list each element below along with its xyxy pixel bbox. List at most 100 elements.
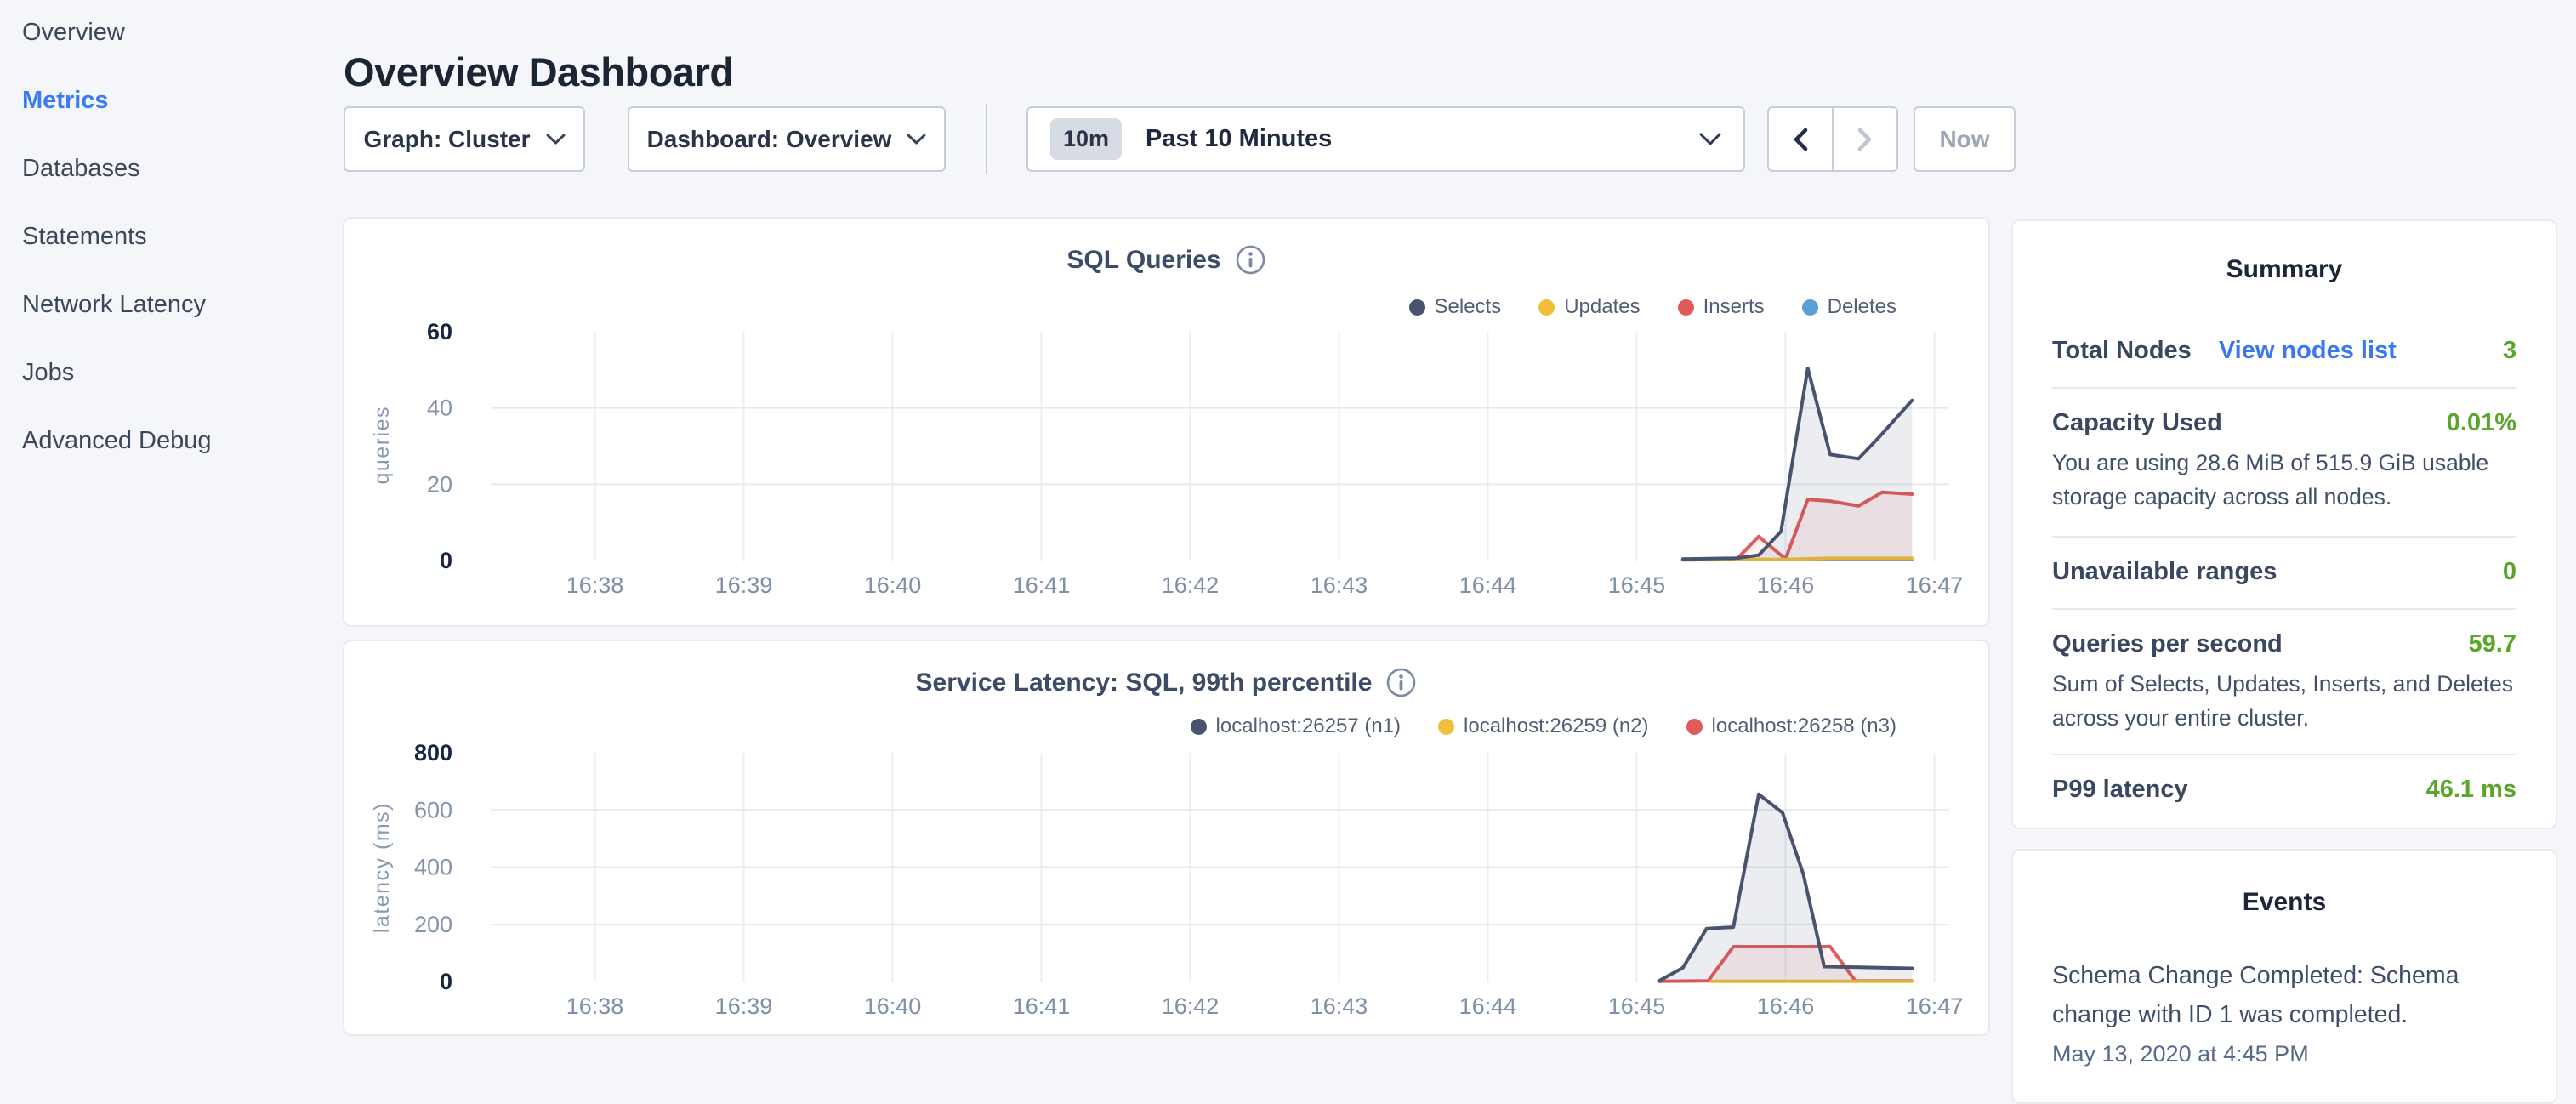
legend-item[interactable]: Selects xyxy=(1409,295,1502,319)
info-icon[interactable] xyxy=(1235,244,1266,276)
legend-item[interactable]: localhost:26257 (n1) xyxy=(1191,714,1401,738)
sidebar-item-databases[interactable]: Databases xyxy=(0,155,340,223)
dashboard-dropdown[interactable]: Dashboard: Overview xyxy=(628,106,946,172)
chevron-down-icon xyxy=(546,134,566,145)
time-step-back-button[interactable] xyxy=(1769,108,1834,170)
summary-row-value: 0.01% xyxy=(2447,409,2516,437)
chevron-down-icon xyxy=(1699,133,1721,146)
summary-row-label: P99 latency xyxy=(2052,776,2188,804)
x-tick-label: 16:40 xyxy=(864,993,922,1019)
legend-dot xyxy=(1438,719,1454,735)
y-tick-label: 0 xyxy=(440,969,452,994)
legend-item[interactable]: Deletes xyxy=(1802,295,1896,319)
summary-row-value: 46.1 ms xyxy=(2426,776,2516,804)
x-tick-label: 16:44 xyxy=(1459,572,1517,598)
time-window-selector[interactable]: 10m Past 10 Minutes xyxy=(1026,106,1745,172)
x-tick-label: 16:46 xyxy=(1757,572,1815,598)
series-area xyxy=(1683,368,1913,561)
sidebar-item-metrics[interactable]: Metrics xyxy=(0,87,340,155)
legend-label: Selects xyxy=(1435,295,1502,319)
graph-dropdown-label: Graph: Cluster xyxy=(363,126,530,153)
info-icon[interactable] xyxy=(1385,667,1417,698)
chart-legend: localhost:26257 (n1) localhost:26259 (n2)… xyxy=(1191,714,1896,738)
sidebar: Overview Metrics Databases Statements Ne… xyxy=(0,0,340,495)
divider xyxy=(2052,536,2516,538)
x-tick-label: 16:39 xyxy=(715,993,773,1019)
y-tick-label: 800 xyxy=(414,740,452,765)
summary-row-value: 59.7 xyxy=(2469,630,2516,658)
y-tick-label: 400 xyxy=(414,855,452,880)
legend-dot xyxy=(1678,299,1694,316)
legend-item[interactable]: localhost:26259 (n2) xyxy=(1438,714,1648,738)
sidebar-item-jobs[interactable]: Jobs xyxy=(0,359,340,427)
x-tick-label: 16:43 xyxy=(1311,572,1368,598)
divider xyxy=(2052,387,2516,389)
sidebar-item-network-latency[interactable]: Network Latency xyxy=(0,291,340,359)
legend-dot xyxy=(1191,719,1207,735)
chevron-down-icon xyxy=(907,134,926,145)
time-step-forward-button[interactable] xyxy=(1834,108,1896,170)
divider xyxy=(2052,608,2516,610)
sidebar-item-overview[interactable]: Overview xyxy=(0,19,340,87)
legend-item[interactable]: localhost:26258 (n3) xyxy=(1686,714,1896,738)
sidebar-item-advanced-debug[interactable]: Advanced Debug xyxy=(0,427,340,495)
legend-dot xyxy=(1686,719,1703,735)
y-axis-label: latency (ms) xyxy=(365,752,399,983)
x-tick-label: 16:41 xyxy=(1013,572,1071,598)
summary-row-label: Total Nodes xyxy=(2052,337,2192,365)
legend-dot xyxy=(1802,299,1818,316)
x-tick-label: 16:45 xyxy=(1608,572,1666,598)
y-tick-label: 60 xyxy=(427,319,452,344)
y-tick-label: 20 xyxy=(427,471,452,497)
summary-row-p99-latency: P99 latency 46.1 ms xyxy=(2052,776,2516,804)
x-tick-label: 16:42 xyxy=(1162,993,1220,1019)
dashboard-dropdown-label: Dashboard: Overview xyxy=(647,126,892,153)
legend-dot xyxy=(1538,299,1555,316)
events-heading: Events xyxy=(2052,888,2516,917)
x-tick-label: 16:39 xyxy=(715,572,773,598)
x-tick-label: 16:40 xyxy=(864,572,922,598)
service-latency-chart-card: 16:3816:3916:4016:4116:4216:4316:4416:45… xyxy=(343,640,1990,1036)
x-tick-label: 16:47 xyxy=(1906,572,1964,598)
time-window-badge: 10m xyxy=(1050,118,1122,160)
sidebar-item-statements[interactable]: Statements xyxy=(0,223,340,291)
x-tick-label: 16:45 xyxy=(1608,993,1666,1019)
summary-row-subtext: You are using 28.6 MiB of 515.9 GiB usab… xyxy=(2052,446,2516,514)
graph-dropdown[interactable]: Graph: Cluster xyxy=(344,106,585,172)
x-tick-label: 16:41 xyxy=(1013,993,1071,1019)
legend-label: localhost:26257 (n1) xyxy=(1216,714,1401,738)
event-message[interactable]: Schema Change Completed: Schema change w… xyxy=(2052,956,2516,1034)
summary-row-label: Queries per second xyxy=(2052,630,2283,658)
legend-item[interactable]: Inserts xyxy=(1678,295,1765,319)
sql-queries-chart-card: 16:3816:3916:4016:4116:4216:4316:4416:45… xyxy=(343,217,1990,627)
chevron-left-icon xyxy=(1793,128,1808,151)
y-tick-label: 200 xyxy=(414,912,452,937)
x-tick-label: 16:44 xyxy=(1459,993,1517,1019)
summary-row-label: Capacity Used xyxy=(2052,409,2222,437)
now-button[interactable]: Now xyxy=(1914,106,2016,172)
summary-row-total-nodes: Total Nodes View nodes list 3 xyxy=(2052,337,2516,365)
y-tick-label: 600 xyxy=(414,797,452,822)
summary-row-capacity-used: Capacity Used 0.01% xyxy=(2052,409,2516,437)
divider xyxy=(2052,754,2516,755)
x-tick-label: 16:38 xyxy=(566,572,624,598)
y-tick-label: 0 xyxy=(440,548,452,573)
service-latency-chart[interactable]: 16:3816:3916:4016:4116:4216:4316:4416:45… xyxy=(344,641,1988,1034)
x-tick-label: 16:43 xyxy=(1311,993,1368,1019)
legend-label: Deletes xyxy=(1828,295,1896,319)
summary-panel: Summary Total Nodes View nodes list 3 Ca… xyxy=(2011,219,2557,829)
summary-row-unavailable-ranges: Unavailable ranges 0 xyxy=(2052,558,2516,586)
time-step-buttons xyxy=(1767,106,1898,172)
legend-item[interactable]: Updates xyxy=(1538,295,1640,319)
sql-queries-chart[interactable]: 16:3816:3916:4016:4116:4216:4316:4416:45… xyxy=(344,219,1988,625)
chart-title: Service Latency: SQL, 99th percentile xyxy=(916,669,1373,697)
chevron-right-icon xyxy=(1857,128,1873,151)
legend-label: localhost:26259 (n2) xyxy=(1464,714,1648,738)
view-nodes-list-link[interactable]: View nodes list xyxy=(2219,337,2397,365)
controls-divider xyxy=(986,104,987,174)
event-timestamp: May 13, 2020 at 4:45 PM xyxy=(2052,1041,2516,1067)
summary-row-value: 0 xyxy=(2503,558,2516,586)
summary-row-label: Unavailable ranges xyxy=(2052,558,2277,586)
time-window-label: Past 10 Minutes xyxy=(1146,125,1675,153)
summary-row-value: 3 xyxy=(2503,337,2516,365)
